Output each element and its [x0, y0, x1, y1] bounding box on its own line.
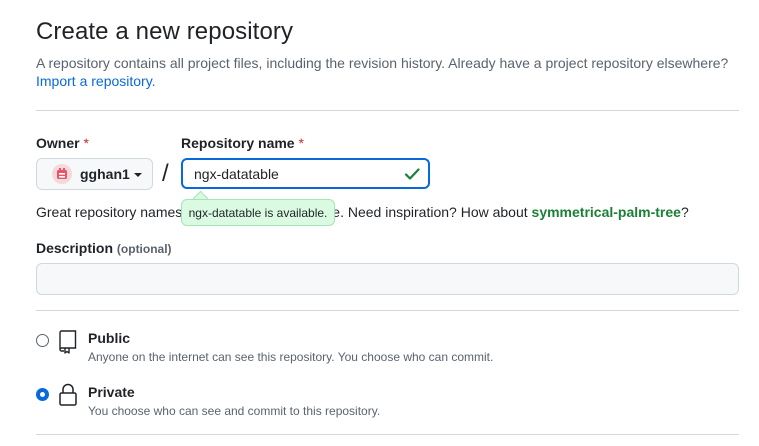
- import-repository-link[interactable]: Import a repository.: [36, 73, 156, 89]
- owner-label-text: Owner: [36, 135, 80, 151]
- required-marker: *: [298, 135, 304, 151]
- required-marker: *: [83, 135, 89, 151]
- availability-tooltip: ngx-datatable is available.: [181, 199, 335, 226]
- naming-hint-prefix: Great repository names: [36, 204, 183, 220]
- description-label: Description (optional): [36, 240, 172, 256]
- page-title: Create a new repository: [36, 18, 294, 45]
- repo-name-label: Repository name *: [181, 135, 304, 151]
- owner-avatar-icon: [52, 164, 72, 184]
- caret-down-icon: [133, 173, 142, 177]
- divider: [36, 310, 739, 311]
- check-icon: [404, 168, 420, 180]
- owner-select-button[interactable]: gghan1: [36, 158, 153, 190]
- public-description: Anyone on the internet can see this repo…: [88, 350, 494, 364]
- suggested-name-link[interactable]: symmetrical-palm-tree: [532, 204, 681, 220]
- naming-hint: Great repository names e. Need inspiratio…: [36, 204, 689, 220]
- repo-name-label-text: Repository name: [181, 135, 295, 151]
- divider: [36, 434, 739, 435]
- owner-name: gghan1: [80, 166, 130, 182]
- owner-label: Owner *: [36, 135, 89, 151]
- divider: [36, 110, 739, 111]
- public-radio[interactable]: [36, 334, 49, 347]
- optional-marker: (optional): [116, 242, 172, 256]
- lock-icon: [59, 383, 77, 406]
- naming-hint-middle: e. Need inspiration? How about: [332, 204, 528, 220]
- description-input[interactable]: [36, 263, 739, 295]
- public-title: Public: [88, 330, 131, 346]
- private-title: Private: [88, 384, 135, 400]
- owner-repo-separator: /: [162, 160, 169, 187]
- page-subtitle: A repository contains all project files,…: [36, 55, 729, 71]
- private-radio[interactable]: [36, 388, 49, 401]
- naming-hint-suffix: ?: [680, 204, 689, 220]
- repository-name-input[interactable]: [181, 158, 430, 189]
- repo-icon: [59, 330, 77, 354]
- private-description: You choose who can see and commit to thi…: [88, 404, 381, 418]
- description-label-text: Description: [36, 240, 114, 256]
